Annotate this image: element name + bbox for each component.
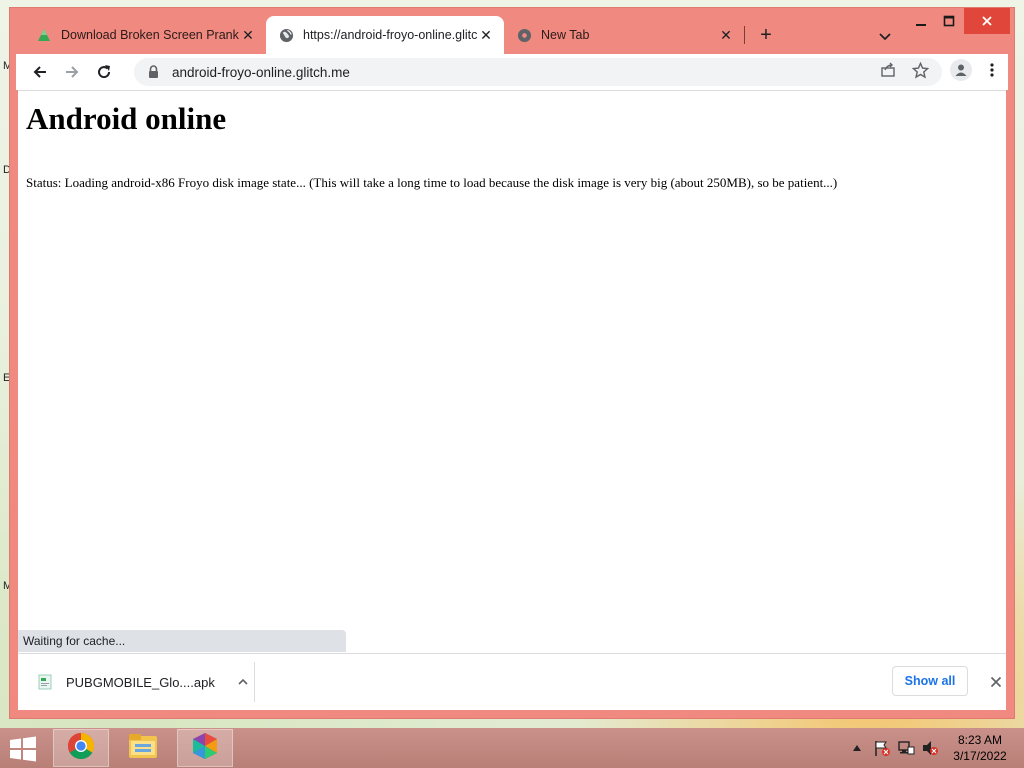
- maximize-button[interactable]: [936, 8, 962, 34]
- apk-file-icon: [38, 674, 52, 690]
- tab-title: https://android-froyo-online.glitc: [303, 28, 478, 42]
- address-text[interactable]: android-froyo-online.glitch.me: [172, 65, 350, 80]
- volume-muted-icon[interactable]: [920, 738, 940, 758]
- browser-window: Download Broken Screen Prank f ✕ https:/…: [10, 8, 1014, 718]
- clock-time: 8:23 AM: [957, 733, 1003, 747]
- tab-broken-screen-prank[interactable]: Download Broken Screen Prank f ✕: [24, 16, 266, 54]
- profile-avatar-icon[interactable]: [950, 59, 972, 81]
- menu-kebab-icon[interactable]: [982, 60, 1002, 80]
- minimize-button[interactable]: [908, 8, 934, 34]
- close-tab-icon[interactable]: ✕: [478, 27, 494, 43]
- play-triangle-icon: [36, 27, 52, 43]
- tab-android-froyo[interactable]: https://android-froyo-online.glitc ✕: [266, 16, 504, 54]
- taskbar-photos-button[interactable]: [177, 729, 233, 767]
- taskbar-file-explorer-button[interactable]: [115, 729, 171, 767]
- new-tab-button[interactable]: +: [756, 25, 776, 46]
- tab-strip: Download Broken Screen Prank f ✕ https:/…: [10, 8, 1014, 54]
- tab-title: Download Broken Screen Prank f: [61, 28, 240, 42]
- file-explorer-icon: [127, 732, 159, 765]
- page-heading: Android online: [26, 101, 227, 136]
- address-bar[interactable]: android-froyo-online.glitch.me: [134, 58, 942, 86]
- loading-status-text: Status: Loading android-x86 Froyo disk i…: [26, 175, 838, 190]
- browser-toolbar: android-froyo-online.glitch.me: [16, 54, 1008, 90]
- download-separator: [254, 662, 255, 702]
- close-tab-icon[interactable]: ✕: [240, 27, 256, 43]
- network-icon[interactable]: [896, 738, 916, 758]
- clock-date: 3/17/2022: [953, 749, 1007, 763]
- windows-start-icon[interactable]: [8, 736, 38, 762]
- close-tab-icon[interactable]: ✕: [718, 27, 734, 43]
- globe-icon: [278, 27, 294, 43]
- show-all-button[interactable]: Show all: [892, 666, 968, 696]
- chrome-icon: [66, 731, 96, 766]
- window-close-button[interactable]: [964, 8, 1010, 34]
- tab-title: New Tab: [541, 28, 590, 42]
- photos-icon: [189, 731, 221, 766]
- chevron-up-icon[interactable]: [235, 674, 251, 690]
- reload-icon[interactable]: [92, 60, 116, 84]
- close-download-shelf-icon[interactable]: [986, 672, 1006, 692]
- tab-new-tab[interactable]: New Tab ✕: [504, 16, 744, 54]
- share-icon[interactable]: [878, 60, 898, 80]
- taskbar: 8:23 AM 3/17/2022: [0, 728, 1024, 768]
- back-arrow-icon[interactable]: [28, 60, 52, 84]
- tab-separator: [744, 26, 745, 44]
- tab-search-chevron-icon[interactable]: [876, 27, 894, 45]
- bookmark-star-icon[interactable]: [910, 60, 930, 80]
- taskbar-clock[interactable]: 8:23 AM 3/17/2022: [946, 732, 1014, 764]
- download-file-name[interactable]: PUBGMOBILE_Glo....apk: [66, 675, 215, 690]
- lock-icon[interactable]: [146, 65, 160, 79]
- chrome-icon: [516, 27, 532, 43]
- forward-arrow-icon[interactable]: [60, 60, 84, 84]
- taskbar-chrome-button[interactable]: [53, 729, 109, 767]
- action-center-flag-icon[interactable]: [872, 738, 892, 758]
- status-bubble: Waiting for cache...: [18, 630, 346, 652]
- page-content: Android online Status: Loading android-x…: [18, 90, 1006, 653]
- show-hidden-icons-chevron-icon[interactable]: [850, 738, 864, 758]
- download-item[interactable]: PUBGMOBILE_Glo....apk: [18, 654, 254, 710]
- download-shelf: PUBGMOBILE_Glo....apk Show all: [18, 653, 1006, 710]
